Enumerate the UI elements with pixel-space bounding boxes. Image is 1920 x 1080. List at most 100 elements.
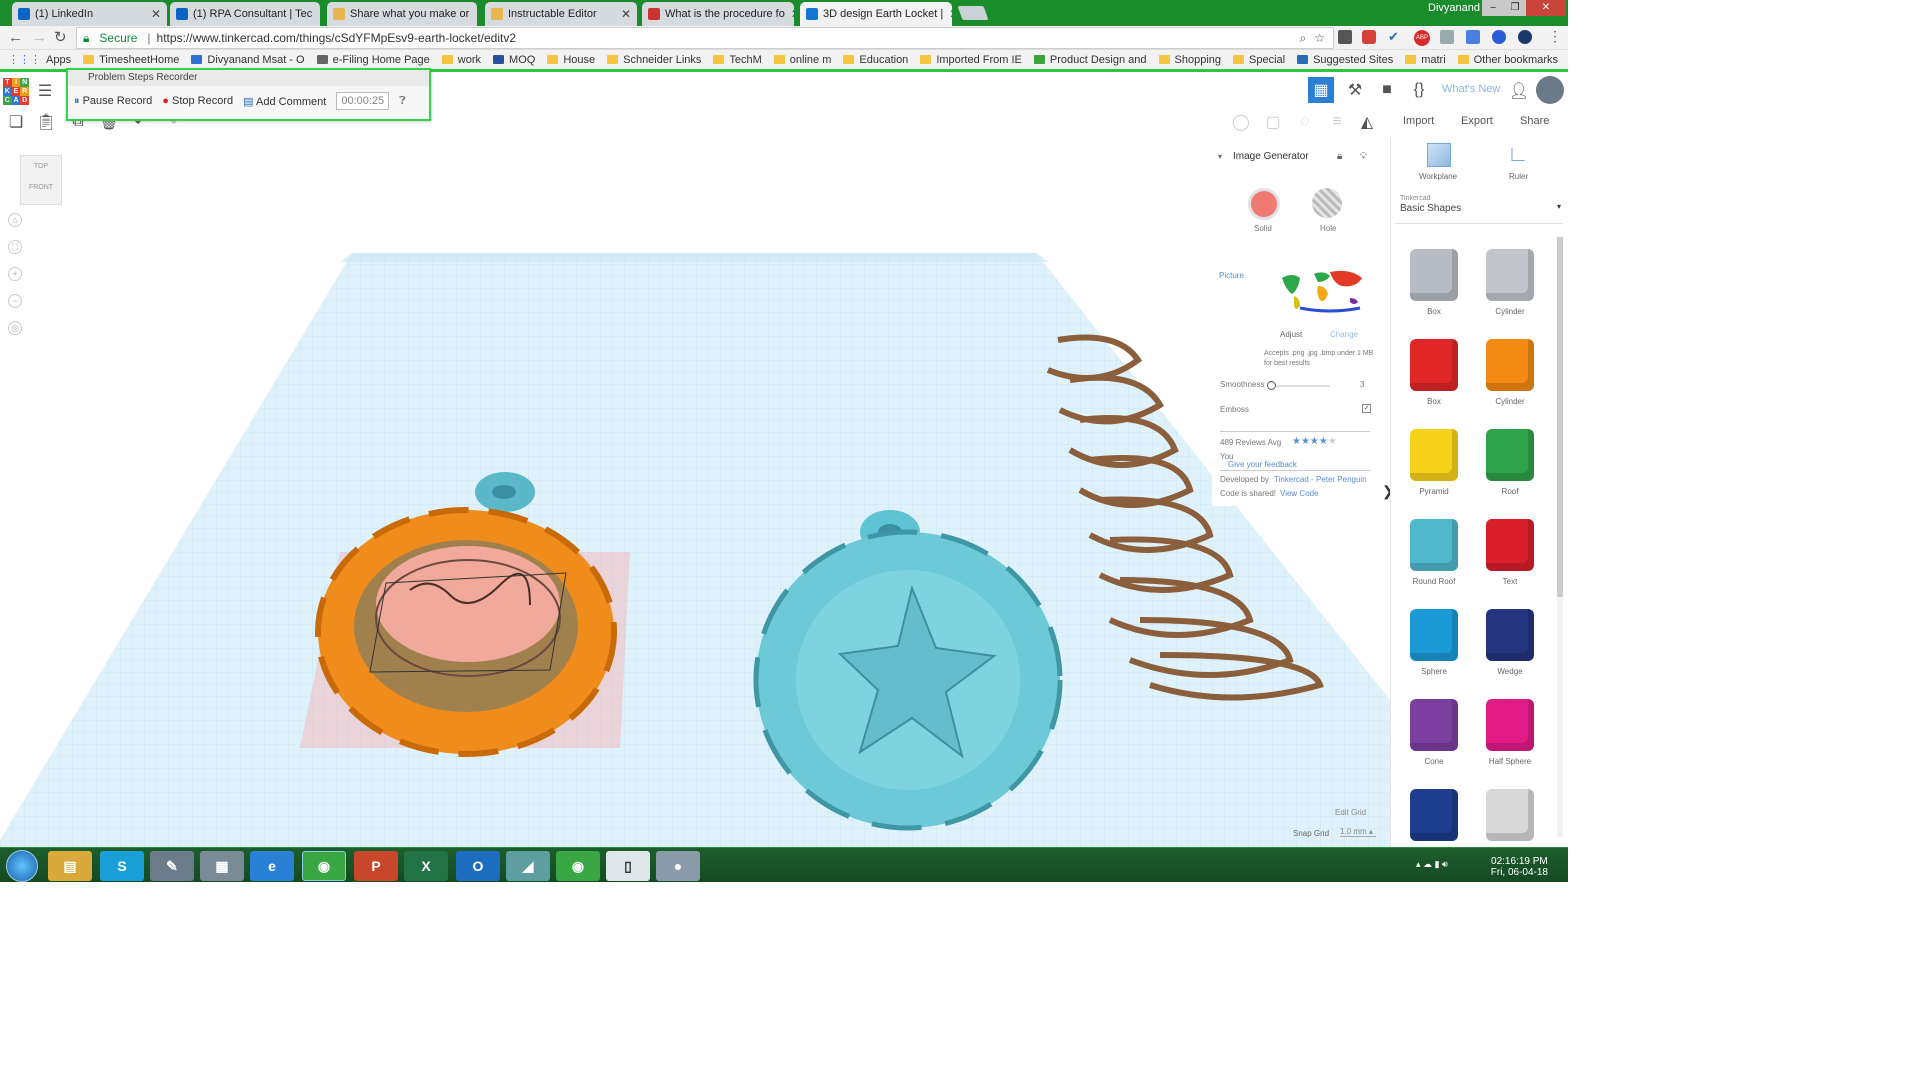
bookmark-item[interactable]: matri bbox=[1405, 54, 1446, 66]
view-cube-top[interactable]: TOP bbox=[21, 163, 61, 170]
shape-tile[interactable] bbox=[1473, 789, 1547, 847]
system-clock[interactable]: 02:16:19 PM Fri, 06-04-18 bbox=[1491, 856, 1548, 878]
shape-tile[interactable]: Cylinder bbox=[1473, 339, 1547, 406]
menu-list-icon[interactable]: ☰ bbox=[32, 78, 58, 104]
extension-icon[interactable] bbox=[1338, 30, 1352, 44]
fit-view-icon[interactable]: ⛶ bbox=[8, 240, 22, 254]
url-field[interactable]: 🔒︎ Secure | https://www.tinkercad.com/th… bbox=[76, 27, 1334, 49]
translate-icon[interactable] bbox=[1466, 30, 1480, 44]
bookmark-item[interactable]: e-Filing Home Page bbox=[316, 54, 430, 66]
share-button[interactable]: Share bbox=[1520, 115, 1549, 127]
collapse-panel-icon[interactable]: ❯ bbox=[1382, 483, 1390, 500]
shape-tile[interactable]: Box bbox=[1397, 339, 1471, 406]
shape-tile[interactable]: Roof bbox=[1473, 429, 1547, 496]
scrollbar[interactable] bbox=[1557, 237, 1563, 837]
star-icon[interactable]: ☆ bbox=[1314, 31, 1325, 45]
browser-tab[interactable]: Instructable Editor ✕ bbox=[485, 2, 637, 26]
zoom-icon[interactable]: ⌕ bbox=[1300, 31, 1307, 46]
add-comment-button[interactable]: ▤ Add Comment bbox=[243, 95, 326, 108]
browser-tab[interactable]: (1) RPA Consultant | Tec✕ bbox=[170, 2, 320, 26]
bookmark-item[interactable]: Suggested Sites bbox=[1297, 54, 1393, 66]
snap-grid-select[interactable]: 1.0 mm ▴ bbox=[1340, 827, 1376, 837]
hole-swatch[interactable] bbox=[1312, 188, 1342, 218]
bookmark-item[interactable]: online m bbox=[773, 54, 831, 66]
shape-tile[interactable] bbox=[1397, 789, 1471, 847]
bookmark-item[interactable]: House bbox=[547, 54, 595, 66]
shape-tile[interactable]: Cylinder bbox=[1473, 249, 1547, 316]
bookmark-item[interactable]: Divyanand Msat - O bbox=[191, 54, 305, 66]
bookmark-item[interactable]: Special bbox=[1233, 54, 1285, 66]
shape-tile[interactable]: Text bbox=[1473, 519, 1547, 586]
close-icon[interactable]: ✕ bbox=[312, 7, 320, 21]
collapse-icon[interactable]: ▾ bbox=[1218, 152, 1222, 161]
browser-tab[interactable]: Share what you make or✕ bbox=[327, 2, 477, 26]
lock-icon[interactable]: 🔒︎ bbox=[1337, 151, 1342, 162]
align-icon[interactable]: ≡ bbox=[1324, 109, 1350, 135]
ungroup-icon[interactable]: ◌ bbox=[1292, 109, 1318, 135]
grid-view-icon[interactable]: ▦ bbox=[1308, 77, 1334, 103]
app-icon[interactable]: ✎ bbox=[150, 851, 194, 881]
tray-icons[interactable]: ▴ ☁ ▮ 🔊︎ bbox=[1416, 859, 1448, 870]
smoothness-slider[interactable] bbox=[1268, 385, 1330, 387]
code-blocks-icon[interactable]: {} bbox=[1406, 77, 1432, 103]
star-rating[interactable]: ★★★★★ bbox=[1292, 436, 1337, 447]
zoom-out-icon[interactable]: − bbox=[8, 294, 22, 308]
view-cube[interactable]: TOP FRONT bbox=[20, 155, 62, 205]
new-tab-button[interactable] bbox=[957, 6, 989, 20]
pocket-icon[interactable] bbox=[1362, 30, 1376, 44]
browser-tab[interactable]: (1) LinkedIn ✕ bbox=[12, 2, 167, 26]
stop-record-button[interactable]: ● Stop Record bbox=[162, 95, 233, 107]
note-icon[interactable]: ◯ bbox=[1228, 109, 1254, 135]
workplane-button[interactable]: Workplane bbox=[1419, 172, 1457, 181]
bookmark-item[interactable]: Education bbox=[843, 54, 908, 66]
app-icon[interactable]: ◢ bbox=[506, 851, 550, 881]
workplane-icon[interactable] bbox=[1427, 143, 1451, 167]
whats-new-link[interactable]: What's New bbox=[1442, 83, 1500, 95]
extension-icon[interactable] bbox=[1518, 30, 1532, 44]
maximize-button[interactable]: ❐ bbox=[1504, 0, 1526, 16]
feedback-link[interactable]: Give your feedback bbox=[1228, 460, 1297, 469]
design-canvas[interactable]: TOP FRONT ⌂ ⛶ + − ◎ Edit Grid Snap Grid … bbox=[0, 137, 1390, 847]
view-cube-front[interactable]: FRONT bbox=[21, 184, 61, 191]
zoom-in-icon[interactable]: + bbox=[8, 267, 22, 281]
bookmark-item[interactable]: work bbox=[441, 54, 481, 66]
back-icon[interactable]: ← bbox=[8, 29, 23, 46]
powerpoint-icon[interactable]: P bbox=[354, 851, 398, 881]
shape-tile[interactable]: Box bbox=[1397, 249, 1471, 316]
world-map-preview[interactable] bbox=[1270, 264, 1370, 320]
paste-icon[interactable]: 📋︎ bbox=[33, 109, 59, 135]
shape-tile[interactable]: Round Roof bbox=[1397, 519, 1471, 586]
browser-tab-active[interactable]: 3D design Earth Locket |✕ bbox=[800, 2, 952, 26]
adblock-icon[interactable]: ABP bbox=[1414, 30, 1430, 46]
perspective-icon[interactable]: ◎ bbox=[8, 321, 22, 335]
library-select[interactable]: Tinkercad Basic Shapes ▾ bbox=[1395, 192, 1563, 224]
home-view-icon[interactable]: ⌂ bbox=[8, 213, 22, 227]
adjust-button[interactable]: Adjust bbox=[1280, 330, 1302, 339]
extension-icon[interactable]: ✔ bbox=[1388, 29, 1399, 45]
browser-user[interactable]: Divyanand bbox=[1428, 2, 1480, 14]
close-window-button[interactable]: ✕ bbox=[1526, 0, 1566, 16]
export-button[interactable]: Export bbox=[1461, 115, 1493, 127]
bookmark-item[interactable]: Imported From IE bbox=[920, 54, 1022, 66]
avatar[interactable] bbox=[1536, 76, 1564, 104]
explorer-icon[interactable]: ▤ bbox=[48, 851, 92, 881]
close-icon[interactable]: ✕ bbox=[785, 7, 794, 21]
blocks-icon[interactable]: ■ bbox=[1374, 77, 1400, 103]
add-user-icon[interactable]: 👤︎ bbox=[1506, 78, 1532, 104]
notepad-icon[interactable]: ▯ bbox=[606, 851, 650, 881]
tinkercad-logo[interactable]: TIN KER CAD bbox=[3, 78, 29, 105]
shape-tile[interactable]: Sphere bbox=[1397, 609, 1471, 676]
light-bulb-icon[interactable]: 💡︎ bbox=[1360, 151, 1367, 162]
shape-tile[interactable]: Cone bbox=[1397, 699, 1471, 766]
browser-tab[interactable]: What is the procedure fo✕ bbox=[642, 2, 794, 26]
minimize-button[interactable]: ‒ bbox=[1482, 0, 1504, 16]
edit-grid-link[interactable]: Edit Grid bbox=[1335, 808, 1366, 817]
ruler-button[interactable]: Ruler bbox=[1509, 172, 1528, 181]
emboss-checkbox[interactable]: ✓ bbox=[1362, 404, 1371, 413]
bookmark-item[interactable]: Shopping bbox=[1158, 54, 1221, 66]
forward-icon[interactable]: → bbox=[32, 29, 47, 46]
close-icon[interactable]: ✕ bbox=[615, 7, 631, 21]
solid-swatch[interactable] bbox=[1248, 188, 1280, 220]
build-icon[interactable]: ⚒ bbox=[1342, 77, 1368, 103]
reload-icon[interactable]: ↻ bbox=[54, 28, 67, 46]
